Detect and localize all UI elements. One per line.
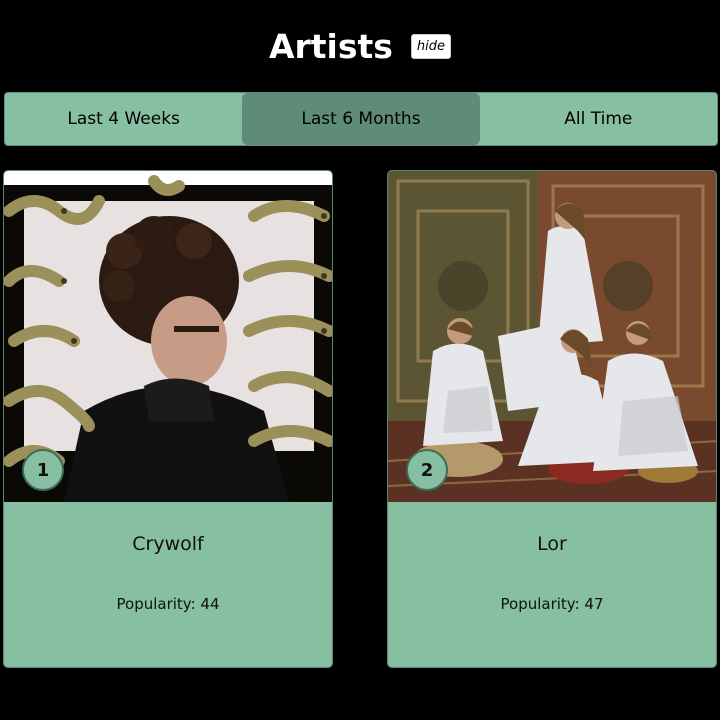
page: Artists hide Last 4 Weeks Last 6 Months … [0,0,720,720]
tab-last-4-weeks[interactable]: Last 4 Weeks [5,93,242,145]
header: Artists hide [0,24,720,68]
artist-name: Crywolf [132,533,204,555]
artist-image: 1 [4,171,332,502]
hide-button[interactable]: hide [410,33,452,59]
artist-name: Lor [537,533,567,555]
artist-card[interactable]: 2 Lor Popularity: 47 [387,170,717,668]
rank-badge: 1 [22,449,64,491]
artist-card[interactable]: 1 Crywolf Popularity: 44 [3,170,333,668]
popularity-label: Popularity: 44 [116,595,220,613]
time-range-tabs: Last 4 Weeks Last 6 Months All Time [4,92,718,146]
page-title: Artists [268,26,393,66]
popularity-label: Popularity: 47 [500,595,604,613]
tab-all-time[interactable]: All Time [480,93,717,145]
tab-last-6-months[interactable]: Last 6 Months [242,93,480,145]
rank-badge: 2 [406,449,448,491]
artist-image: 2 [388,171,716,502]
